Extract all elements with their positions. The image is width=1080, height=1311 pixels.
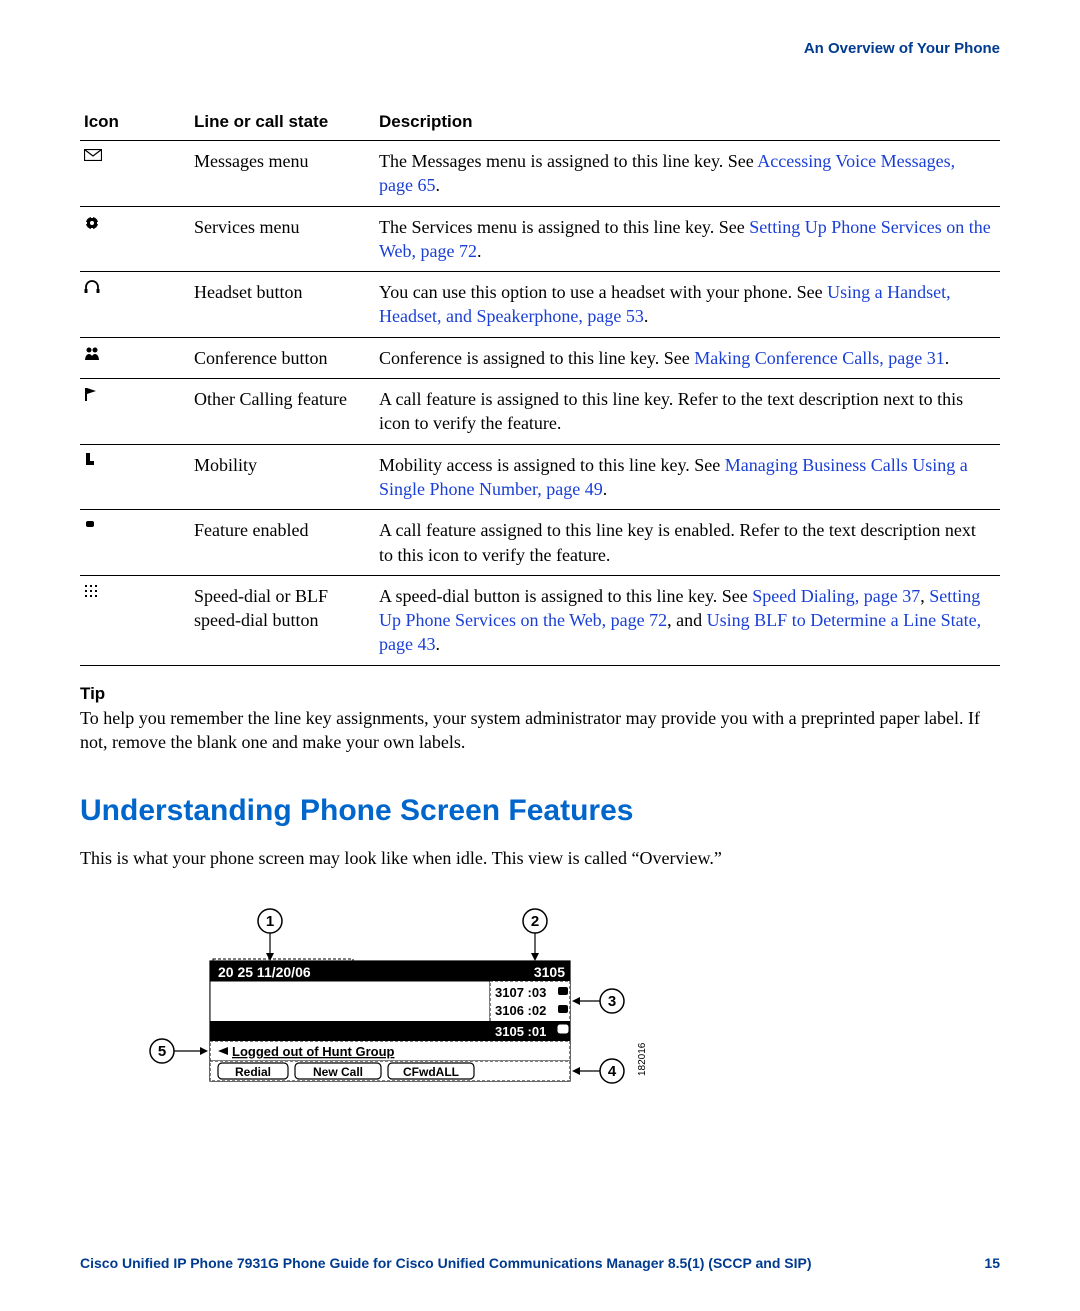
icon-reference-table: Icon Line or call state Description Mess… [80, 107, 1000, 666]
svg-text:Logged out of Hunt Group: Logged out of Hunt Group [232, 1044, 395, 1059]
svg-text:3105: 3105 [534, 964, 565, 980]
svg-text:Redial: Redial [235, 1065, 271, 1079]
svg-text:3107 :03: 3107 :03 [495, 985, 546, 1000]
table-row: Mobility Mobility access is assigned to … [80, 444, 1000, 510]
page-section-header: An Overview of Your Phone [80, 40, 1000, 57]
svg-text:2: 2 [531, 913, 539, 930]
state-cell: Headset button [190, 272, 375, 338]
svg-text:3: 3 [608, 993, 616, 1010]
section-intro: This is what your phone screen may look … [80, 846, 1000, 870]
tip-heading: Tip [80, 684, 1000, 704]
svg-text:3106 :02: 3106 :02 [495, 1003, 546, 1018]
th-state: Line or call state [190, 107, 375, 140]
th-icon: Icon [80, 107, 190, 140]
tip-text: To help you remember the line key assign… [80, 706, 1000, 755]
mobility-icon [84, 453, 182, 469]
svg-text:5: 5 [158, 1043, 166, 1060]
table-row: Messages menu The Messages menu is assig… [80, 140, 1000, 206]
svg-text:4: 4 [608, 1063, 617, 1080]
state-cell: Other Calling feature [190, 379, 375, 445]
table-row: Headset button You can use this option t… [80, 272, 1000, 338]
table-row: Feature enabled A call feature assigned … [80, 510, 1000, 576]
svg-text:CFwdALL: CFwdALL [403, 1065, 459, 1079]
xref-link[interactable]: Speed Dialing, page 37 [752, 586, 920, 606]
state-cell: Feature enabled [190, 510, 375, 576]
svg-text:New Call: New Call [313, 1065, 363, 1079]
state-cell: Services menu [190, 206, 375, 272]
phone-screen-figure: 1 2 20 25 11/20/06 3105 3107 :03 3106 :0… [140, 901, 1000, 1126]
desc-cell: The Messages menu is assigned to this li… [375, 140, 1000, 206]
feature-enabled-icon [84, 518, 182, 530]
flag-icon [84, 387, 182, 401]
desc-cell: A speed-dial button is assigned to this … [375, 575, 1000, 665]
svg-text:3105 :01: 3105 :01 [495, 1024, 546, 1039]
state-cell: Messages menu [190, 140, 375, 206]
footer-page-number: 15 [984, 1255, 1000, 1271]
table-row: Other Calling feature A call feature is … [80, 379, 1000, 445]
desc-cell: Conference is assigned to this line key.… [375, 337, 1000, 378]
table-row: Conference button Conference is assigned… [80, 337, 1000, 378]
svg-text:20 25 11/20/06: 20 25 11/20/06 [218, 964, 311, 980]
svg-text:182016: 182016 [637, 1042, 648, 1076]
desc-cell: A call feature assigned to this line key… [375, 510, 1000, 576]
section-heading: Understanding Phone Screen Features [80, 794, 1000, 828]
headset-icon [84, 280, 182, 294]
xref-link[interactable]: Making Conference Calls, page 31 [694, 348, 944, 368]
desc-cell: The Services menu is assigned to this li… [375, 206, 1000, 272]
table-row: Speed-dial or BLF speed-dial button A sp… [80, 575, 1000, 665]
desc-cell: Mobility access is assigned to this line… [375, 444, 1000, 510]
state-cell: Speed-dial or BLF speed-dial button [190, 575, 375, 665]
desc-cell: You can use this option to use a headset… [375, 272, 1000, 338]
footer-doc-title: Cisco Unified IP Phone 7931G Phone Guide… [80, 1255, 812, 1271]
speed-dial-grid-icon [84, 584, 182, 598]
table-row: Services menu The Services menu is assig… [80, 206, 1000, 272]
envelope-icon [84, 149, 182, 161]
conference-icon [84, 346, 182, 360]
desc-cell: A call feature is assigned to this line … [375, 379, 1000, 445]
state-cell: Mobility [190, 444, 375, 510]
svg-text:1: 1 [266, 913, 274, 930]
state-cell: Conference button [190, 337, 375, 378]
th-desc: Description [375, 107, 1000, 140]
globe-gear-icon [84, 215, 182, 231]
